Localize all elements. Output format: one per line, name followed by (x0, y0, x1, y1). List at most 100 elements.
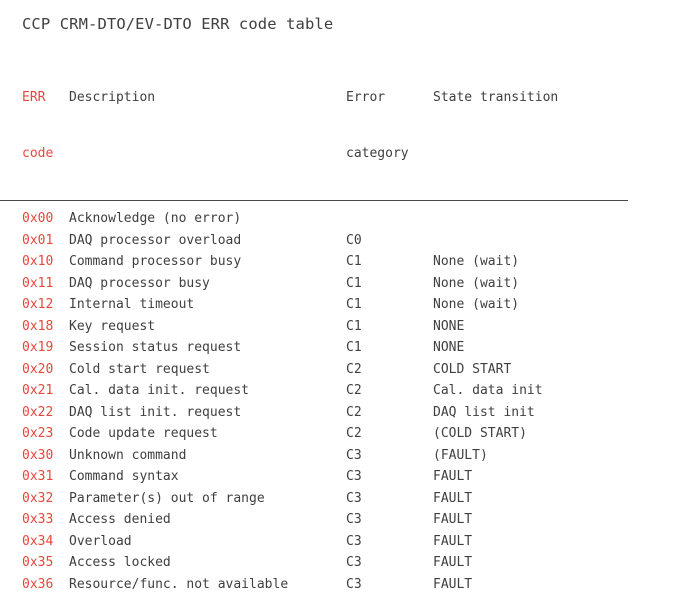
row-spacer-cell (628, 402, 700, 424)
error-category-cell: C1 (346, 294, 433, 316)
column-header-err-code-line2: code (22, 145, 69, 164)
table-row: 0x19Session status requestC1NONE (0, 337, 700, 359)
err-code-cell: 0x01 (0, 230, 69, 252)
description-cell: Command processor busy (69, 251, 346, 273)
state-transition-cell: (COLD START) (433, 423, 628, 445)
column-header-spacer (628, 52, 700, 201)
column-header-err-code-line1: ERR (22, 89, 69, 108)
err-code-cell: 0x32 (0, 488, 69, 510)
state-transition-cell: NONE (433, 316, 628, 338)
error-category-cell (346, 201, 433, 230)
row-spacer-cell (628, 230, 700, 252)
table-row: 0x30Unknown commandC3(FAULT) (0, 445, 700, 467)
table-body: 0x00Acknowledge (no error)0x01DAQ proces… (0, 201, 700, 595)
error-category-cell: C3 (346, 445, 433, 467)
error-category-cell: C0 (346, 230, 433, 252)
err-code-cell: 0x20 (0, 359, 69, 381)
description-cell: Session status request (69, 337, 346, 359)
err-code-cell: 0x12 (0, 294, 69, 316)
table-row: 0x21Cal. data init. requestC2Cal. data i… (0, 380, 700, 402)
description-cell: Internal timeout (69, 294, 346, 316)
row-spacer-cell (628, 423, 700, 445)
state-transition-cell: FAULT (433, 552, 628, 574)
column-header-error-category-line1: Error (346, 89, 433, 108)
error-category-cell: C1 (346, 337, 433, 359)
description-cell: Acknowledge (no error) (69, 201, 346, 230)
state-transition-cell (433, 201, 628, 230)
description-cell: Cold start request (69, 359, 346, 381)
error-category-cell: C2 (346, 423, 433, 445)
row-spacer-cell (628, 509, 700, 531)
page-title: CCP CRM-DTO/EV-DTO ERR code table (22, 14, 333, 34)
state-transition-cell: NONE (433, 337, 628, 359)
err-code-cell: 0x21 (0, 380, 69, 402)
err-code-table: ERR code Description Error category Stat… (0, 52, 700, 595)
table-row: 0x32Parameter(s) out of rangeC3FAULT (0, 488, 700, 510)
state-transition-cell: FAULT (433, 574, 628, 595)
column-header-description: Description (69, 52, 346, 201)
description-cell: DAQ list init. request (69, 402, 346, 424)
table-row: 0x33Access deniedC3FAULT (0, 509, 700, 531)
state-transition-cell: FAULT (433, 488, 628, 510)
err-code-cell: 0x35 (0, 552, 69, 574)
column-header-error-category-line2: category (346, 145, 433, 164)
state-transition-cell: None (wait) (433, 273, 628, 295)
row-spacer-cell (628, 337, 700, 359)
err-code-cell: 0x23 (0, 423, 69, 445)
row-spacer-cell (628, 380, 700, 402)
description-cell: DAQ processor busy (69, 273, 346, 295)
state-transition-cell: None (wait) (433, 294, 628, 316)
err-code-cell: 0x00 (0, 201, 69, 230)
description-cell: Access denied (69, 509, 346, 531)
column-header-error-category: Error category (346, 52, 433, 201)
description-cell: Resource/func. not available (69, 574, 346, 595)
err-code-cell: 0x30 (0, 445, 69, 467)
state-transition-cell: None (wait) (433, 251, 628, 273)
description-cell: Command syntax (69, 466, 346, 488)
err-code-cell: 0x36 (0, 574, 69, 595)
state-transition-cell (433, 230, 628, 252)
row-spacer-cell (628, 251, 700, 273)
table-row: 0x31Command syntaxC3FAULT (0, 466, 700, 488)
table-row: 0x20Cold start requestC2COLD START (0, 359, 700, 381)
error-category-cell: C3 (346, 509, 433, 531)
error-category-cell: C2 (346, 380, 433, 402)
state-transition-cell: (FAULT) (433, 445, 628, 467)
row-spacer-cell (628, 316, 700, 338)
error-category-cell: C3 (346, 488, 433, 510)
error-category-cell: C2 (346, 402, 433, 424)
description-cell: Cal. data init. request (69, 380, 346, 402)
table-row: 0x01DAQ processor overloadC0 (0, 230, 700, 252)
row-spacer-cell (628, 201, 700, 230)
description-cell: Key request (69, 316, 346, 338)
table-row: 0x10Command processor busyC1None (wait) (0, 251, 700, 273)
column-header-description-line1: Description (69, 89, 346, 108)
row-spacer-cell (628, 466, 700, 488)
error-category-cell: C1 (346, 251, 433, 273)
column-header-state-transition-line1: State transition (433, 89, 628, 108)
table-row: 0x11DAQ processor busyC1None (wait) (0, 273, 700, 295)
err-code-cell: 0x18 (0, 316, 69, 338)
row-spacer-cell (628, 552, 700, 574)
description-cell: DAQ processor overload (69, 230, 346, 252)
table-row: 0x35Access lockedC3FAULT (0, 552, 700, 574)
row-spacer-cell (628, 359, 700, 381)
err-code-cell: 0x33 (0, 509, 69, 531)
description-cell: Unknown command (69, 445, 346, 467)
error-category-cell: C3 (346, 466, 433, 488)
table-row: 0x22DAQ list init. requestC2DAQ list ini… (0, 402, 700, 424)
table-row: 0x12Internal timeoutC1None (wait) (0, 294, 700, 316)
row-spacer-cell (628, 273, 700, 295)
error-category-cell: C3 (346, 552, 433, 574)
table-row: 0x36Resource/func. not availableC3FAULT (0, 574, 700, 595)
description-cell: Code update request (69, 423, 346, 445)
table-header: ERR code Description Error category Stat… (0, 52, 700, 201)
table-row: 0x23Code update requestC2(COLD START) (0, 423, 700, 445)
row-spacer-cell (628, 488, 700, 510)
table-header-row: ERR code Description Error category Stat… (0, 52, 700, 201)
state-transition-cell: FAULT (433, 466, 628, 488)
column-header-err-code: ERR code (0, 52, 69, 201)
state-transition-cell: COLD START (433, 359, 628, 381)
err-code-cell: 0x19 (0, 337, 69, 359)
err-code-cell: 0x10 (0, 251, 69, 273)
